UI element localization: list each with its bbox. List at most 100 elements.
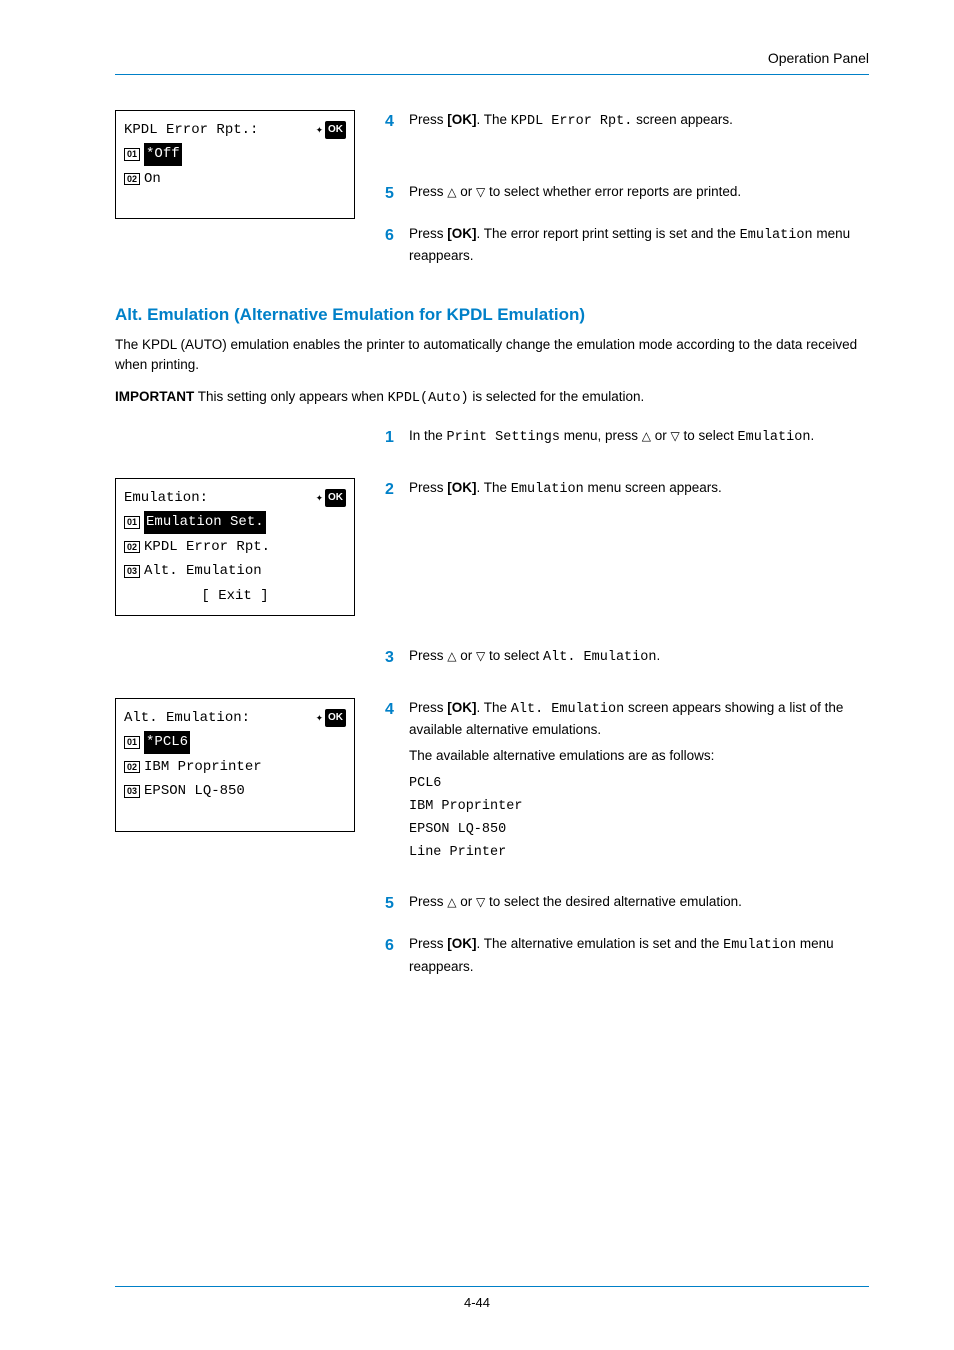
step-5b: 5 Press △ or ▽ to select the desired alt…: [385, 892, 869, 916]
step-text: Press [OK]. The Alt. Emulation screen ap…: [409, 698, 869, 875]
t: [OK]: [447, 936, 476, 951]
footer: 4-44: [0, 1286, 954, 1310]
list-item: Line Printer: [409, 842, 869, 865]
step-number: 5: [385, 892, 399, 916]
step-text: In the Print Settings menu, press △ or ▽…: [409, 426, 869, 450]
step-text: Press [OK]. The error report print setti…: [409, 224, 869, 267]
important-label: IMPORTANT: [115, 389, 194, 404]
steps2b-col: 2 Press [OK]. The Emulation menu screen …: [385, 478, 869, 520]
t: . The: [477, 112, 511, 127]
nav-arrows-icon: ✦: [316, 121, 323, 140]
step-text: Press △ or ▽ to select the desired alter…: [409, 892, 869, 916]
item-text: EPSON LQ-850: [144, 780, 245, 802]
triangle-down-icon: ▽: [476, 895, 485, 909]
triangle-down-icon: ▽: [476, 649, 485, 663]
t: Alt. Emulation: [543, 650, 656, 665]
steps3b-col: 4 Press [OK]. The Alt. Emulation screen …: [385, 698, 869, 995]
t: Alt. Emulation: [511, 702, 624, 717]
item-text: *Off: [144, 143, 182, 165]
triangle-up-icon: △: [447, 649, 456, 663]
steps2-col: 1 In the Print Settings menu, press △ or…: [385, 426, 869, 468]
screen1-item-1: 01 *Off: [124, 143, 346, 165]
row-3: Emulation: ✦ OK 01 Emulation Set. 02 KPD…: [115, 478, 869, 616]
t: Emulation: [723, 938, 796, 953]
t: screen appears.: [632, 112, 733, 127]
item-num: 02: [124, 761, 140, 774]
step-5: 5 Press △ or ▽ to select whether error r…: [385, 182, 869, 206]
ok-badge: OK: [325, 489, 346, 507]
step-number: 4: [385, 698, 399, 875]
row-4: 3 Press △ or ▽ to select Alt. Emulation.: [115, 646, 869, 688]
t: This setting only appears when: [194, 389, 387, 404]
t: or: [457, 894, 477, 909]
step-text: Press △ or ▽ to select whether error rep…: [409, 182, 869, 206]
t: Print Settings: [447, 430, 560, 445]
step-3: 3 Press △ or ▽ to select Alt. Emulation.: [385, 646, 869, 670]
t: or: [651, 428, 671, 443]
step-text: Press [OK]. The Emulation menu screen ap…: [409, 478, 869, 502]
t: .: [656, 648, 660, 663]
item-num: 01: [124, 516, 140, 529]
item-text: Alt. Emulation: [144, 560, 262, 582]
step-6: 6 Press [OK]. The error report print set…: [385, 224, 869, 267]
t: or: [457, 184, 477, 199]
item-text: Emulation Set.: [144, 511, 266, 533]
step-4b: 4 Press [OK]. The Alt. Emulation screen …: [385, 698, 869, 875]
triangle-down-icon: ▽: [671, 429, 680, 443]
t: KPDL Error Rpt.: [511, 114, 633, 129]
screen2-item-1: 01 Emulation Set.: [124, 511, 346, 533]
screen2-icons: ✦ OK: [316, 489, 346, 508]
screen1-icons: ✦ OK: [316, 121, 346, 140]
triangle-up-icon: △: [642, 429, 651, 443]
nav-arrows-icon: ✦: [316, 709, 323, 728]
t: Press: [409, 226, 447, 241]
t: to select: [680, 428, 738, 443]
row-5: Alt. Emulation: ✦ OK 01 *PCL6 02 IBM Pro…: [115, 698, 869, 995]
nav-arrows-icon: ✦: [316, 489, 323, 508]
screen3-item-3: 03 EPSON LQ-850: [124, 780, 346, 802]
screen-kpdl-error: KPDL Error Rpt.: ✦ OK 01 *Off 02 On: [115, 110, 355, 219]
step-2: 2 Press [OK]. The Emulation menu screen …: [385, 478, 869, 502]
t: menu screen appears.: [584, 480, 722, 495]
item-num: 01: [124, 736, 140, 749]
header-rule: [115, 74, 869, 75]
step-number: 6: [385, 934, 399, 977]
screen-emulation: Emulation: ✦ OK 01 Emulation Set. 02 KPD…: [115, 478, 355, 616]
triangle-up-icon: △: [447, 895, 456, 909]
screen2-item-2: 02 KPDL Error Rpt.: [124, 536, 346, 558]
step-number: 4: [385, 110, 399, 134]
screen2-item-3: 03 Alt. Emulation: [124, 560, 346, 582]
step-number: 3: [385, 646, 399, 670]
t: to select the desired alternative emulat…: [485, 894, 742, 909]
screen3-item-2: 02 IBM Proprinter: [124, 756, 346, 778]
page-number: 4-44: [0, 1295, 954, 1310]
screen1-title: KPDL Error Rpt.:: [124, 119, 258, 141]
t: or: [457, 648, 477, 663]
screen1-item-2: 02 On: [124, 168, 346, 190]
step-number: 6: [385, 224, 399, 267]
t: Emulation: [738, 430, 811, 445]
t: Press: [409, 184, 447, 199]
t: to select: [485, 648, 543, 663]
row-2: 1 In the Print Settings menu, press △ or…: [115, 426, 869, 468]
step-6b: 6 Press [OK]. The alternative emulation …: [385, 934, 869, 977]
item-text: *PCL6: [144, 731, 190, 753]
step-number: 5: [385, 182, 399, 206]
t: Press: [409, 112, 447, 127]
t: Emulation: [511, 482, 584, 497]
step-text: Press [OK]. The KPDL Error Rpt. screen a…: [409, 110, 869, 134]
t: Press: [409, 936, 447, 951]
footer-rule: [115, 1286, 869, 1287]
item-text: IBM Proprinter: [144, 756, 262, 778]
t: . The alternative emulation is set and t…: [477, 936, 724, 951]
step-text: Press [OK]. The alternative emulation is…: [409, 934, 869, 977]
screen-alt-emulation: Alt. Emulation: ✦ OK 01 *PCL6 02 IBM Pro…: [115, 698, 355, 832]
t: [OK]: [447, 112, 476, 127]
section-heading: Alt. Emulation (Alternative Emulation fo…: [115, 305, 869, 325]
item-num: 03: [124, 565, 140, 578]
step-number: 2: [385, 478, 399, 502]
t: Press: [409, 480, 447, 495]
screen3-title: Alt. Emulation:: [124, 707, 250, 729]
item-num: 02: [124, 541, 140, 554]
t: is selected for the emulation.: [469, 389, 645, 404]
